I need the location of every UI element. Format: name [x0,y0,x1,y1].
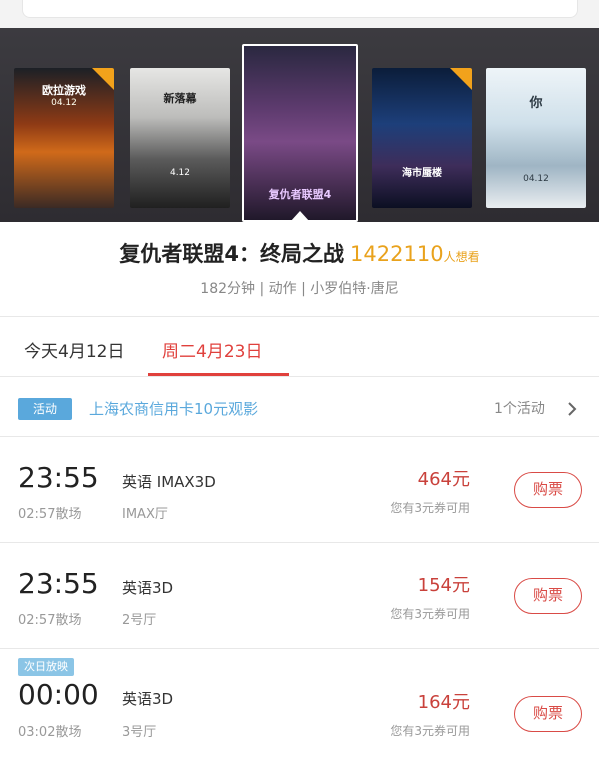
promo-text: 上海农商信用卡10元观影 [89,400,259,418]
showtime-row[interactable]: 23:55 02:57散场 英语3D 2号厅 154元 您有3元券可用 购票 [0,543,599,648]
divider [0,376,599,377]
start-time: 23:55 [18,567,99,600]
coupon-note: 您有3元券可用 [390,607,470,621]
end-time: 02:57散场 [18,613,82,628]
promo-tag: 活动 [18,398,72,420]
movie-title: 复仇者联盟4：终局之战 [119,242,345,266]
poster-date: 04.12 [51,98,77,108]
language-format: 英语 IMAX3D [122,473,216,491]
want-count: 1422110 [350,242,444,266]
price: 464元 [417,469,470,490]
start-time: 23:55 [18,461,99,494]
tab-tuesday[interactable]: 周二4月23日 [162,337,262,362]
movie-meta: 182分钟 | 动作 | 小罗伯特·唐尼 [200,281,399,297]
showtime-row[interactable]: 23:55 02:57散场 英语 IMAX3D IMAX厅 464元 您有3元券… [0,437,599,542]
chevron-right-icon [568,402,577,416]
divider [0,648,599,649]
buy-ticket-button[interactable]: 购票 [514,578,582,614]
top-strip [0,0,599,28]
poster-date: 4.12 [169,168,191,178]
poster-5[interactable]: 你 04.12 [486,68,586,208]
poster-title: 欧拉游戏 [42,84,86,97]
end-time: 03:02散场 [18,725,82,740]
showtime-row[interactable]: 00:00 03:02散场 英语3D 3号厅 164元 您有3元券可用 购票 [0,656,599,761]
divider [0,316,599,317]
buy-ticket-button[interactable]: 购票 [514,472,582,508]
hall: 2号厅 [122,613,157,628]
poster-carousel[interactable]: 欧拉游戏 04.12 新落幕 4.12 复仇者联盟4 海市蜃楼 你 04.12 [0,28,599,222]
price: 154元 [417,575,470,596]
badge-icon [450,68,472,90]
language-format: 英语3D [122,690,174,708]
hall: IMAX厅 [122,507,168,522]
movie-title-line: 复仇者联盟4：终局之战 1422110人想看 [0,238,599,268]
poster-1[interactable]: 欧拉游戏 04.12 [14,68,114,208]
poster-3-selected[interactable]: 复仇者联盟4 [242,44,358,222]
tab-today[interactable]: 今天4月12日 [24,337,124,362]
price: 164元 [417,692,470,713]
poster-title: 你 [529,96,543,111]
poster-title: 新落幕 [163,92,197,105]
end-time: 02:57散场 [18,507,82,522]
language-format: 英语3D [122,579,174,597]
search-bar[interactable] [22,0,578,18]
selected-pointer-icon [290,211,310,222]
poster-2[interactable]: 新落幕 4.12 [130,68,230,208]
coupon-note: 您有3元券可用 [390,724,470,738]
buy-ticket-button[interactable]: 购票 [514,696,582,732]
coupon-note: 您有3元券可用 [390,501,470,515]
hall: 3号厅 [122,725,157,740]
start-time: 00:00 [18,678,99,711]
poster-title: 海市蜃楼 [402,168,442,179]
promo-count: 1个活动 [494,401,545,417]
poster-title: 复仇者联盟4 [268,188,332,201]
poster-4[interactable]: 海市蜃楼 [372,68,472,208]
poster-date: 04.12 [523,174,549,184]
want-unit: 人想看 [443,250,480,264]
